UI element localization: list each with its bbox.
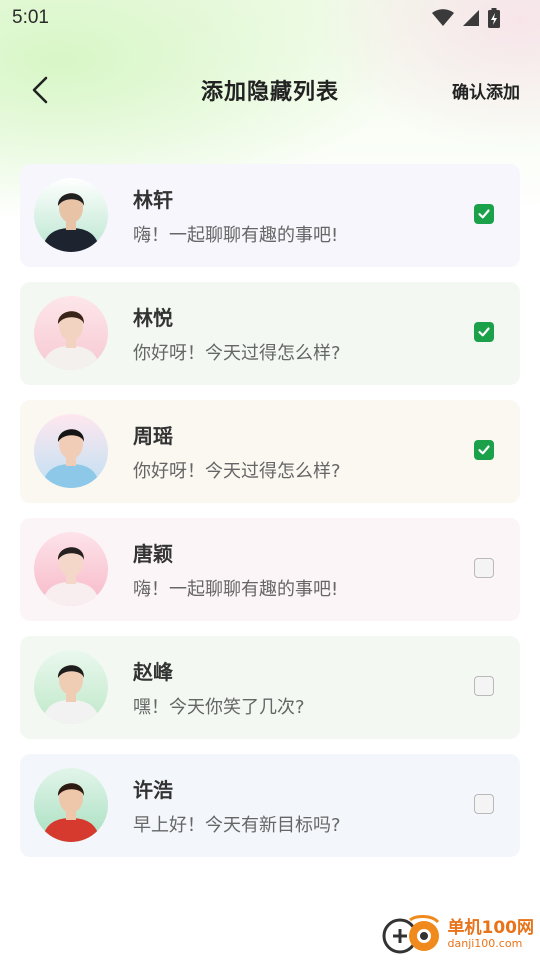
contact-name: 唐颖 [133,542,173,566]
avatar [34,178,108,252]
avatar [34,768,108,842]
watermark-logo-icon [380,914,442,956]
checkmark-icon [478,445,490,455]
contact-name: 周瑶 [133,424,173,448]
watermark-url: danji100.com [447,937,523,951]
select-checkbox[interactable] [474,794,494,814]
select-checkbox[interactable] [474,440,494,460]
contact-message: 嗨！一起聊聊有趣的事吧! [133,579,339,600]
cell-signal-icon [463,10,479,26]
status-time: 5:01 [12,7,49,28]
status-icons [432,8,500,28]
watermark-site-name: 单机100网 [447,918,535,939]
contact-message: 嘿！今天你笑了几次? [133,697,305,718]
watermark: 单机100网 danji100.com [380,914,535,956]
confirm-add-button[interactable]: 确认添加 [452,78,520,103]
avatar [34,414,108,488]
contact-card[interactable]: 林轩嗨！一起聊聊有趣的事吧! [20,164,520,267]
status-bar: 5:01 [0,0,540,36]
checkmark-icon [478,209,490,219]
select-checkbox[interactable] [474,676,494,696]
battery-charging-icon [488,8,500,28]
contact-list: 林轩 嗨！一起聊聊有趣的事吧! 林悦 你好呀！今天过得怎么样? 周瑶 你好呀！今天过得怎么… [20,164,520,872]
select-checkbox[interactable] [474,558,494,578]
contact-message: 早上好！今天有新目标吗? [133,815,341,836]
contact-card[interactable]: 唐颖嗨！一起聊聊有趣的事吧! [20,518,520,621]
nav-bar: 添加隐藏列表 确认添加 [0,62,540,118]
select-checkbox[interactable] [474,204,494,224]
avatar [34,650,108,724]
checkmark-icon [478,327,490,337]
contact-card[interactable]: 林悦你好呀！今天过得怎么样? [20,282,520,385]
contact-card[interactable]: 赵峰嘿！今天你笑了几次? [20,636,520,739]
contact-card[interactable]: 许浩早上好！今天有新目标吗? [20,754,520,857]
wifi-icon [432,9,454,26]
contact-message: 嗨！一起聊聊有趣的事吧! [133,225,339,246]
select-checkbox[interactable] [474,322,494,342]
contact-name: 许浩 [133,778,173,802]
contact-card[interactable]: 周瑶你好呀！今天过得怎么样? [20,400,520,503]
contact-message: 你好呀！今天过得怎么样? [133,343,341,364]
avatar [34,296,108,370]
contact-name: 林轩 [133,188,173,212]
contact-message: 你好呀！今天过得怎么样? [133,461,341,482]
avatar [34,532,108,606]
contact-name: 林悦 [133,306,173,330]
contact-name: 赵峰 [133,660,173,684]
